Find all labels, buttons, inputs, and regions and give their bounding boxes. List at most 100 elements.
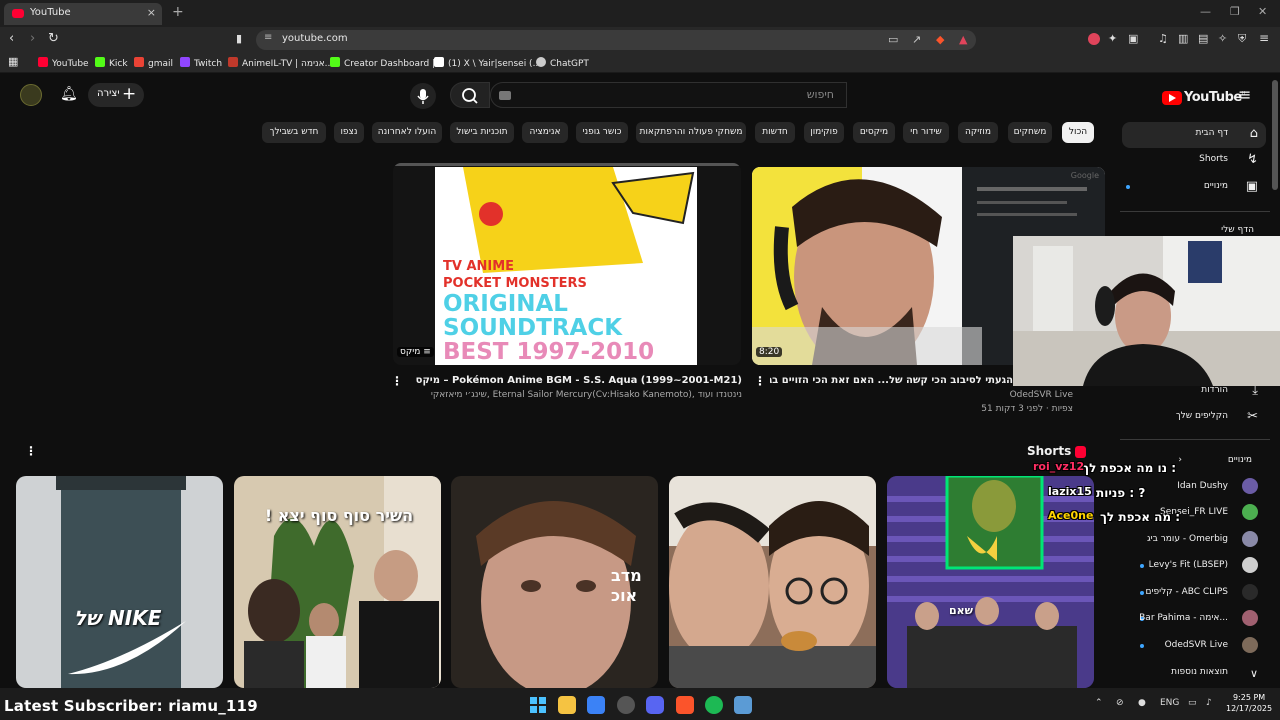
volume-icon[interactable]: ♪ [1206, 698, 1212, 708]
reader-icon[interactable]: ▣ [1128, 32, 1138, 45]
sidebar-show-more[interactable]: ∨ תוצאות נוספות [1122, 661, 1266, 687]
reload-icon[interactable]: ↻ [48, 31, 59, 46]
search-input[interactable]: חיפוש [490, 82, 847, 108]
bookmark-kick[interactable]: Kick [95, 57, 128, 69]
extension-record-icon[interactable] [1088, 33, 1100, 45]
short-card[interactable]: מדב אוכ [451, 476, 658, 688]
search-button[interactable] [450, 82, 490, 108]
video-title[interactable]: מיקס – Pokémon Anime BGM - S.S. Aqua (19… [410, 375, 742, 386]
sidebar-item-home[interactable]: ⌂ דף הבית [1122, 122, 1266, 148]
apps-grid-icon[interactable]: ▦ [8, 55, 18, 68]
bookmark-icon[interactable]: ▮ [236, 32, 242, 45]
back-icon[interactable]: ‹ [9, 31, 14, 46]
cover-line: SOUNDTRACK [443, 315, 623, 341]
close-window-icon[interactable]: ✕ [1258, 5, 1267, 18]
microphone-tray-icon[interactable]: ● [1138, 698, 1146, 708]
spotify-icon[interactable] [705, 696, 723, 714]
bookmark-animeil[interactable]: AnimeIL-TV | אנימה... [228, 57, 333, 69]
chip-pokemon[interactable]: פוקימון [804, 122, 844, 143]
windows-start-icon[interactable] [529, 696, 547, 714]
short-card[interactable]: של NIKE [16, 476, 223, 688]
share-icon[interactable]: ↗ [912, 33, 921, 46]
video-thumbnail[interactable]: TV ANIME POCKET MONSTERS ORIGINAL SOUNDT… [393, 163, 741, 365]
wallet-icon[interactable]: ▤ [1198, 32, 1208, 45]
youtube-logo[interactable]: YouTubeIL [1162, 87, 1247, 106]
sidebar-item-clips[interactable]: ✂ הקליפים שלך [1122, 405, 1266, 431]
brave-rewards-icon[interactable]: ▲ [959, 33, 967, 46]
discord-icon[interactable] [646, 696, 664, 714]
browser-tab[interactable]: YouTube × [4, 3, 162, 25]
tray-overflow-icon[interactable]: ⌃ [1095, 698, 1103, 708]
latest-subscriber-alert: Latest Subscriber: riamu_119 [4, 697, 258, 715]
system-clock[interactable]: 9:25 PM 12/17/2025 [1226, 692, 1272, 714]
sidebar-item-subscriptions[interactable]: ▣ מינויים [1122, 175, 1266, 201]
file-explorer-icon[interactable] [558, 696, 576, 714]
chip-games[interactable]: משחקים [1008, 122, 1052, 143]
notifications-bell-icon[interactable]: 🔔︎ [60, 86, 78, 102]
short-thumbnail [669, 476, 876, 688]
shorts-menu-icon[interactable]: ⋮ [25, 444, 37, 458]
bookmark-x[interactable]: (1) X \ Yair|sensei (... [434, 57, 541, 69]
page-scrollbar[interactable] [1272, 80, 1278, 190]
chip-fitness[interactable]: כושר גופני [576, 122, 628, 143]
extensions-icon[interactable]: ✦ [1108, 32, 1117, 45]
address-bar[interactable]: ≡ youtube.com ▭ ↗ ◆ ▲ [256, 30, 976, 50]
chip-recently-uploaded[interactable]: הועלו לאחרונה [372, 122, 442, 143]
store-icon[interactable] [587, 696, 605, 714]
chip-news[interactable]: חדשות [755, 122, 795, 143]
short-card[interactable] [669, 476, 876, 688]
network-icon[interactable]: ⊘ [1116, 698, 1124, 708]
sidebar-channel[interactable]: Bar Pahima - אימה... [1122, 607, 1266, 633]
chip-animation[interactable]: אנימציה [522, 122, 568, 143]
display-icon[interactable]: ▭ [1188, 698, 1197, 708]
close-tab-icon[interactable]: × [147, 6, 156, 19]
bookmark-chatgpt[interactable]: ChatGPT [536, 57, 589, 69]
brave-icon[interactable] [676, 696, 694, 714]
brave-shield-icon[interactable]: ◆ [936, 33, 944, 46]
maximize-icon[interactable]: ❐ [1230, 5, 1240, 18]
site-info-icon[interactable]: ≡ [264, 32, 272, 43]
bookmark-youtube[interactable]: YouTube [38, 57, 89, 69]
short-card[interactable]: השיר סוף סוף יצא ! [234, 476, 441, 688]
account-avatar[interactable] [20, 84, 42, 106]
cast-icon[interactable]: ▭ [888, 33, 898, 46]
voice-search-button[interactable] [410, 83, 436, 109]
language-indicator[interactable]: ENG [1160, 698, 1179, 708]
chip-action-adventure[interactable]: משחקי פעולה והרפתקאות [636, 122, 746, 143]
sidebar-icon[interactable]: ▥ [1178, 32, 1188, 45]
video-menu-icon[interactable]: ⋮ [391, 374, 403, 388]
obs-icon[interactable] [617, 696, 635, 714]
minimize-icon[interactable]: — [1200, 5, 1211, 18]
chat-username: roi_vz12 [1033, 460, 1085, 473]
kick-icon [330, 57, 340, 67]
sidebar-item-shorts[interactable]: ↯ Shorts [1122, 148, 1266, 174]
media-icon[interactable]: ♫ [1158, 32, 1168, 45]
channel-name[interactable]: OdedSVR Live [930, 390, 1073, 400]
shorts-logo-icon [1075, 446, 1086, 458]
bookmark-gmail[interactable]: gmail [134, 57, 173, 69]
video-menu-icon[interactable]: ⋮ [754, 374, 766, 388]
new-tab-button[interactable]: + [172, 4, 184, 20]
bookmark-creator-dashboard[interactable]: Creator Dashboard |... [330, 57, 444, 69]
leo-icon[interactable]: ✧ [1218, 32, 1227, 45]
chip-new-for-you[interactable]: חדש בשבילך [262, 122, 326, 143]
chip-watched[interactable]: נצפו [334, 122, 364, 143]
calculator-icon[interactable] [734, 696, 752, 714]
forward-icon[interactable]: › [30, 31, 35, 46]
keyboard-icon[interactable] [499, 91, 511, 100]
menu-icon[interactable]: ≡ [1259, 31, 1269, 45]
sidebar-channel[interactable]: קליפים - ABC CLIPS [1122, 581, 1266, 607]
vpn-icon[interactable]: ⛨ [1238, 32, 1246, 46]
sidebar-channel[interactable]: Levy's Fit (LBSEP) [1122, 554, 1266, 580]
chip-mixes[interactable]: מיקסים [853, 122, 895, 143]
create-button[interactable]: יצירה + [88, 83, 144, 107]
chip-music[interactable]: מוזיקה [958, 122, 998, 143]
bookmark-twitch[interactable]: Twitch [180, 57, 222, 69]
chip-all[interactable]: הכול [1062, 122, 1094, 143]
guide-menu-icon[interactable]: ≡ [1238, 85, 1251, 104]
chip-cooking[interactable]: תוכניות בישול [450, 122, 514, 143]
chip-live[interactable]: שידור חי [903, 122, 949, 143]
chat-username: Ace0ne [1048, 509, 1094, 522]
video-title[interactable]: הגעתי לסיבוב הכי קשה של... האם זאת הכי ה… [770, 375, 1013, 386]
sidebar-channel[interactable]: OdedSVR Live [1122, 634, 1266, 660]
